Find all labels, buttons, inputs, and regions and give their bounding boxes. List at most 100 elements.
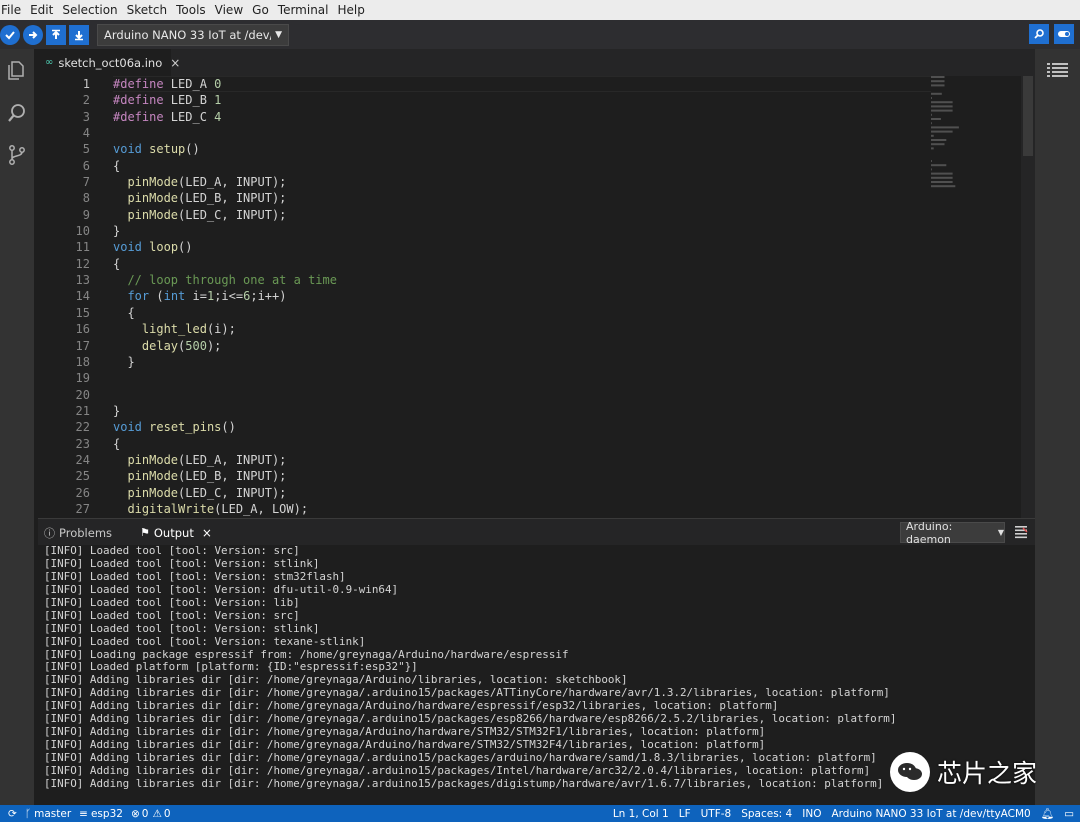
minimap-preview: [931, 76, 959, 188]
search-icon[interactable]: [6, 102, 28, 124]
minimap[interactable]: [931, 76, 1001, 196]
error-icon: ⊗: [130, 807, 140, 820]
close-icon[interactable]: ×: [170, 56, 180, 70]
output-line: [INFO] Loaded tool [tool: Version: lib]: [44, 595, 300, 609]
project-indicator[interactable]: ≡ esp32: [79, 808, 123, 820]
output-panel[interactable]: [INFO] Loaded tool [tool: Version: src][…: [38, 545, 1035, 805]
project-label: esp32: [90, 807, 123, 820]
code-line[interactable]: #define LED_A 0: [113, 76, 337, 92]
tab-problems[interactable]: ⓘ Problems: [44, 519, 112, 546]
watermark-text: 芯片之家: [937, 759, 1038, 788]
language-indicator[interactable]: INO: [802, 808, 821, 820]
menu-view[interactable]: View: [215, 0, 250, 20]
code-line[interactable]: {: [113, 436, 337, 452]
code-line[interactable]: void setup(): [113, 141, 337, 157]
line-number: 9: [82, 207, 90, 222]
arrow-right-icon: [29, 30, 38, 39]
encoding-indicator[interactable]: UTF-8: [701, 808, 732, 820]
open-sketch-button[interactable]: [46, 24, 66, 45]
code-line[interactable]: [113, 370, 337, 386]
code-line[interactable]: digitalWrite(LED_A, LOW);: [113, 501, 337, 517]
editor-scrollbar[interactable]: [1021, 76, 1035, 518]
toolbar: Arduino NANO 33 IoT at /dev/tt… ▼: [0, 20, 1080, 49]
tab-sketch[interactable]: ∞ sketch_oct06a.ino ×: [38, 49, 180, 76]
line-number: 22: [75, 420, 90, 435]
save-sketch-button[interactable]: [69, 24, 89, 45]
line-number: 4: [82, 126, 90, 141]
menu-selection[interactable]: Selection: [62, 0, 124, 20]
code-line[interactable]: {: [113, 256, 337, 272]
problems-indicator[interactable]: ⊗ 0 ⚠ 0: [131, 808, 171, 820]
line-number: 23: [75, 436, 90, 451]
cursor-position[interactable]: Ln 1, Col 1: [613, 808, 669, 820]
menu-file[interactable]: File: [0, 0, 28, 20]
clear-output-icon[interactable]: [1014, 525, 1028, 539]
right-sidebar: [1035, 49, 1080, 805]
output-line: [INFO] Loaded tool [tool: Version: src]: [44, 545, 300, 557]
code-line[interactable]: for (int i=1;i<=6;i++): [113, 288, 337, 304]
menu-edit[interactable]: Edit: [30, 0, 60, 20]
sync-icon[interactable]: ⟳: [8, 808, 17, 820]
branch-indicator[interactable]: ᚴ master: [25, 808, 71, 820]
code-line[interactable]: #define LED_C 4: [113, 109, 337, 125]
line-number: 6: [82, 158, 90, 173]
code-line[interactable]: pinMode(LED_B, INPUT);: [113, 190, 337, 206]
code-line[interactable]: pinMode(LED_B, INPUT);: [113, 468, 337, 484]
board-select-label: Arduino NANO 33 IoT at /dev/tt…: [104, 27, 271, 42]
board-select[interactable]: Arduino NANO 33 IoT at /dev/tt… ▼: [97, 23, 289, 46]
line-number: 15: [75, 305, 90, 320]
activity-bar: [0, 49, 34, 805]
serial-plotter-button[interactable]: [1054, 24, 1074, 44]
menu-sketch[interactable]: Sketch: [127, 0, 174, 20]
eol-indicator[interactable]: LF: [679, 808, 691, 820]
files-icon[interactable]: [6, 59, 28, 81]
verify-button[interactable]: [0, 24, 20, 45]
bell-icon[interactable]: 🔔︎: [1041, 807, 1054, 820]
code-line[interactable]: pinMode(LED_A, INPUT);: [113, 452, 337, 468]
line-number: 17: [75, 338, 90, 353]
code-editor[interactable]: 1 2 3 4 5 6 7 8 9 10 11 12 13 14 15 16 1…: [38, 76, 1035, 518]
source-control-icon[interactable]: [6, 144, 28, 166]
code-line[interactable]: {: [113, 305, 337, 321]
scrollbar-thumb[interactable]: [1023, 76, 1033, 156]
code-line[interactable]: pinMode(LED_C, INPUT);: [113, 207, 337, 223]
code-content[interactable]: #define LED_A 0 #define LED_B 1 #define LE…: [113, 76, 337, 517]
outline-list-icon[interactable]: [1047, 62, 1068, 78]
code-line[interactable]: [113, 125, 337, 141]
code-line[interactable]: void loop(): [113, 239, 337, 255]
code-line[interactable]: {: [113, 158, 337, 174]
serial-monitor-button[interactable]: [1029, 24, 1049, 44]
code-line[interactable]: }: [113, 403, 337, 419]
code-line[interactable]: }: [113, 223, 337, 239]
code-line[interactable]: light_led(i);: [113, 321, 337, 337]
caret-down-icon: ▼: [275, 29, 282, 40]
indentation-indicator[interactable]: Spaces: 4: [741, 808, 792, 820]
menu-terminal[interactable]: Terminal: [278, 0, 336, 20]
code-line[interactable]: void reset_pins(): [113, 419, 337, 435]
maximize-panel-icon[interactable]: ▭: [1064, 808, 1074, 820]
output-line: [INFO] Loaded tool [tool: Version: src]: [44, 608, 300, 622]
menu-tools[interactable]: Tools: [176, 0, 213, 20]
line-number: 12: [75, 256, 90, 271]
code-line[interactable]: #define LED_B 1: [113, 92, 337, 108]
code-line[interactable]: pinMode(LED_A, INPUT);: [113, 174, 337, 190]
code-line[interactable]: delay(500);: [113, 338, 337, 354]
magnifier-icon: [1034, 29, 1044, 39]
check-icon: [5, 30, 15, 39]
code-line[interactable]: // loop through one at a time: [113, 272, 337, 288]
wechat-logo-icon: [890, 752, 930, 792]
line-number-gutter: 1 2 3 4 5 6 7 8 9 10 11 12 13 14 15 16 1…: [38, 76, 96, 517]
board-indicator[interactable]: Arduino NANO 33 IoT at /dev/ttyACM0: [831, 808, 1030, 820]
code-line[interactable]: pinMode(LED_C, INPUT);: [113, 485, 337, 501]
output-channel-select[interactable]: Arduino: daemon ▼: [900, 520, 1005, 546]
code-line[interactable]: }: [113, 354, 337, 370]
database-icon: ≡: [79, 807, 88, 820]
tab-output[interactable]: ⚑ Output ×: [140, 519, 212, 546]
line-number: 8: [82, 191, 90, 206]
menu-go[interactable]: Go: [252, 0, 276, 20]
close-icon[interactable]: ×: [202, 526, 212, 540]
code-line[interactable]: [113, 387, 337, 403]
upload-button[interactable]: [23, 24, 43, 45]
menu-help[interactable]: Help: [338, 0, 372, 20]
line-number: 26: [75, 485, 90, 500]
